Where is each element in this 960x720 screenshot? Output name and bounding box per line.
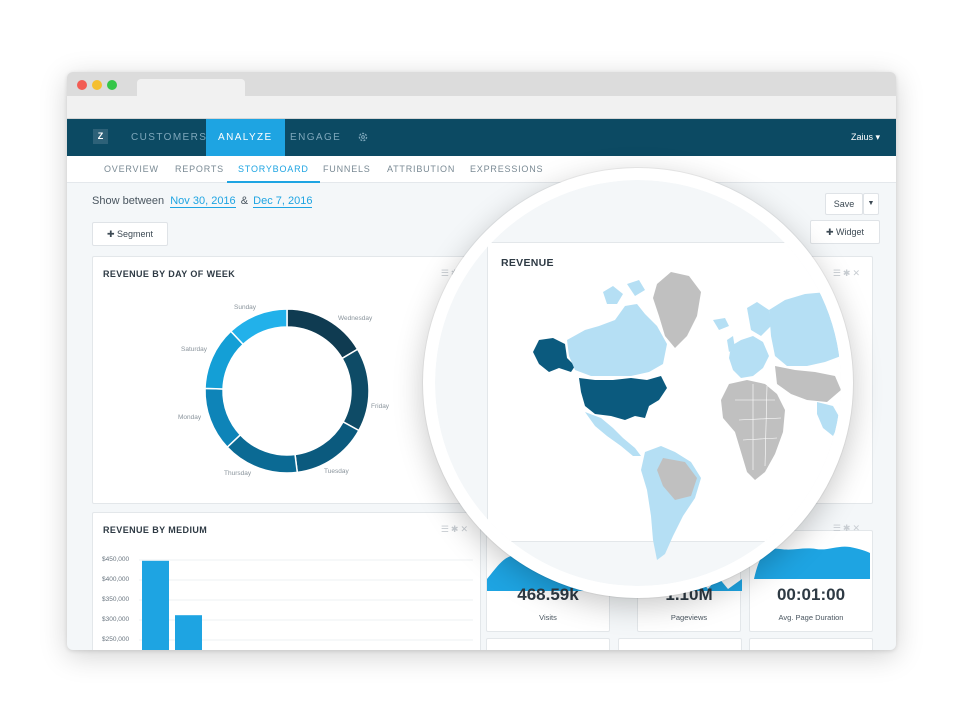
donut-label-tuesday: Tuesday <box>324 468 349 475</box>
tab-expressions[interactable]: EXPRESSIONS <box>470 156 543 183</box>
map-middle-asia <box>775 366 841 402</box>
donut-slice-thursday[interactable] <box>226 433 299 474</box>
tab-attribution[interactable]: ATTRIBUTION <box>387 156 455 183</box>
lower-card-1 <box>486 638 610 650</box>
medium-bar[interactable] <box>175 615 202 650</box>
browser-toolbar <box>67 96 896 119</box>
nav-analyze[interactable]: ANALYZE <box>206 119 285 156</box>
donut-label-sunday: Sunday <box>234 304 257 311</box>
map-europe <box>729 336 769 378</box>
magnified-revenue-widget: REVENUE <box>435 180 841 586</box>
duration-label: Avg. Page Duration <box>778 613 844 622</box>
nav-customers[interactable]: CUSTOMERS <box>131 119 207 156</box>
map-scandinavia <box>747 302 771 336</box>
chevron-down-icon: ▼ <box>867 200 875 207</box>
nav-engage[interactable]: ENGAGE <box>290 119 341 156</box>
magnifier-lens: REVENUE <box>423 168 853 598</box>
gear-icon[interactable] <box>357 131 369 143</box>
donut-label-wednesday: Wednesday <box>338 315 373 322</box>
visits-label: Visits <box>539 613 557 622</box>
top-navbar: Z CUSTOMERS ANALYZE ENGAGE Zaius ▾ <box>67 119 896 156</box>
bar-chart <box>139 559 473 650</box>
donut-slice-tuesday[interactable] <box>294 420 360 474</box>
tab-funnels[interactable]: FUNNELS <box>323 156 371 183</box>
lower-card-3 <box>749 638 873 650</box>
lower-card-2 <box>618 638 742 650</box>
donut-slice-friday[interactable] <box>341 348 370 432</box>
donut-label-thursday: Thursday <box>224 470 252 477</box>
revenue-by-medium-widget: REVENUE BY MEDIUM ☰✱✕ $450,000 $400,000 … <box>92 512 481 650</box>
map-russia <box>769 292 841 366</box>
date-filter: Show between Nov 30, 2016 & Dec 7, 2016 <box>92 195 313 208</box>
duration-value: 00:01:00 <box>776 585 846 604</box>
map-canada <box>567 304 667 376</box>
close-window-button[interactable] <box>77 80 87 90</box>
donut-slice-sunday[interactable] <box>229 308 288 346</box>
add-segment-label: ✚ Segment <box>106 229 154 239</box>
start-date-picker[interactable]: Nov 30, 2016 <box>170 195 236 208</box>
date-separator: & <box>240 195 249 207</box>
map-usa <box>579 376 667 420</box>
minimize-window-button[interactable] <box>92 80 102 90</box>
tab-overview[interactable]: OVERVIEW <box>104 156 159 183</box>
zaius-logo[interactable]: Z <box>93 129 108 144</box>
browser-tab[interactable] <box>137 79 245 97</box>
sub-navbar: OVERVIEW REPORTS STORYBOARD FUNNELS ATTR… <box>67 156 896 183</box>
pageviews-label: Pageviews <box>670 613 708 622</box>
browser-titlebar <box>67 72 896 97</box>
donut-slice-saturday[interactable] <box>204 330 245 390</box>
medium-bar[interactable] <box>142 560 169 650</box>
world-map <box>533 272 841 560</box>
map-mexico <box>585 412 641 456</box>
user-menu[interactable]: Zaius ▾ <box>851 119 880 156</box>
donut-slice-monday[interactable] <box>204 387 242 449</box>
map-arctic-islands <box>603 280 645 304</box>
filter-label: Show between <box>92 195 165 207</box>
map-iceland <box>713 318 729 330</box>
donut-label-friday: Friday <box>371 403 390 410</box>
add-segment-button[interactable]: ✚ Segment <box>92 222 168 246</box>
close-icon[interactable]: ✕ <box>852 268 862 278</box>
donut-label-monday: Monday <box>178 414 202 421</box>
map-india-region <box>817 402 841 436</box>
tab-reports[interactable]: REPORTS <box>175 156 224 183</box>
maximize-window-button[interactable] <box>107 80 117 90</box>
donut-label-saturday: Saturday <box>181 346 208 353</box>
end-date-picker[interactable]: Dec 7, 2016 <box>253 195 313 208</box>
tab-storyboard[interactable]: STORYBOARD <box>227 156 320 183</box>
save-options-button[interactable]: ▼ <box>863 193 879 215</box>
